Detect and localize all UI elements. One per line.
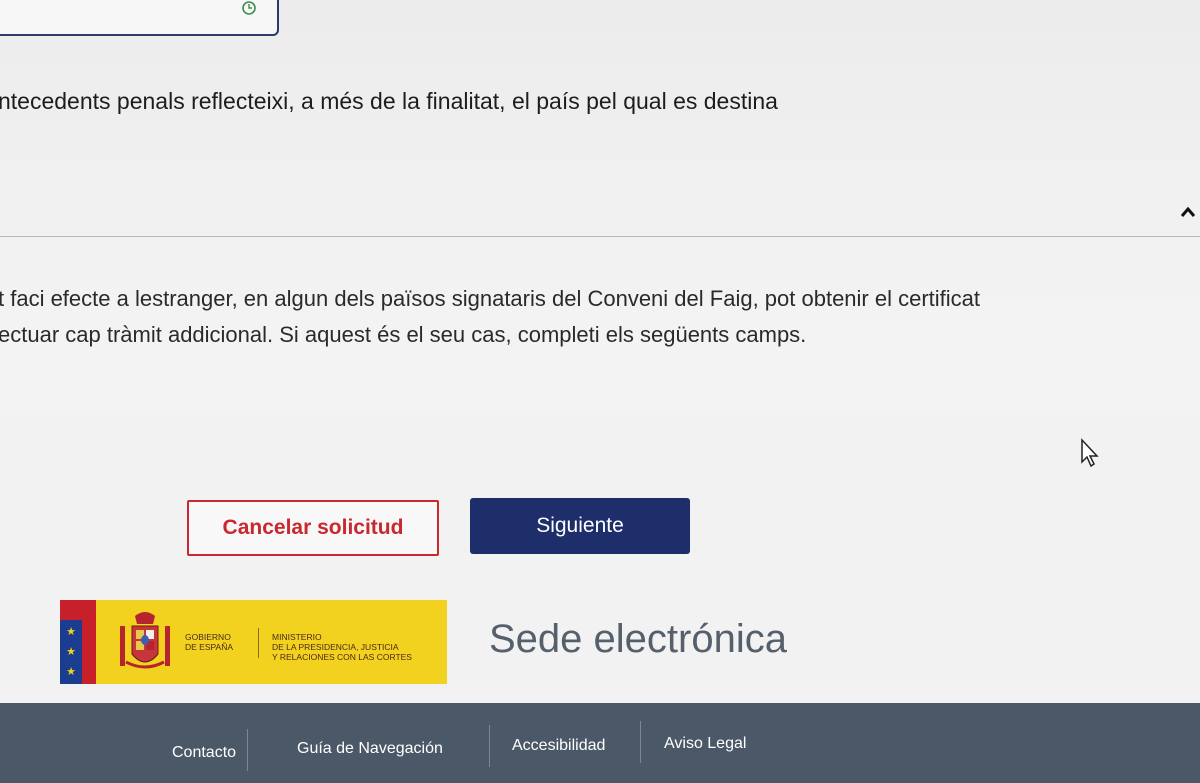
nationality-note-text: ntecedents penals reflecteixi, a més de … — [0, 88, 778, 114]
hague-note-line-2: ectuar cap tràmit addicional. Si aquest … — [0, 322, 807, 347]
footer-separator — [489, 725, 490, 767]
government-logo: ★ ★ ★ Gobierno de España Ministerio de la … — [60, 600, 447, 684]
coat-of-arms-icon — [120, 612, 170, 669]
ministerio-label-line-3: y Relaciones con las Cortes — [272, 652, 412, 662]
logo-separator — [258, 628, 259, 658]
footer-link-aviso-legal[interactable]: Aviso Legal — [664, 735, 746, 753]
footer-link-accesibilidad[interactable]: Accesibilidad — [512, 737, 605, 755]
gobierno-label-line-2: de España — [185, 642, 234, 652]
gobierno-label-line-1: Gobierno — [185, 632, 231, 642]
hague-note-line-1: t faci efecte a lestranger, en algun del… — [0, 286, 981, 311]
footer: Contacto Guía de Navegación Accesibilida… — [0, 703, 1200, 783]
footer-link-guia-navegacion[interactable]: Guía de Navegación — [297, 740, 443, 758]
refresh-icon[interactable] — [241, 0, 257, 16]
ministerio-label-line-1: Ministerio — [272, 632, 322, 642]
footer-separator — [640, 721, 641, 763]
next-button[interactable]: Siguiente — [470, 498, 690, 554]
eu-stars-icon: ★ ★ ★ — [66, 626, 76, 678]
top-input-box[interactable] — [0, 0, 279, 36]
ministerio-label-line-2: de la Presidencia, Justicia — [272, 642, 399, 652]
screen: ntecedents penals reflecteixi, a més de … — [0, 0, 1200, 783]
site-title: Sede electrónica — [489, 617, 787, 661]
cursor-icon — [1081, 438, 1099, 468]
footer-link-contacto[interactable]: Contacto — [172, 744, 236, 762]
chevron-up-icon[interactable] — [1180, 206, 1196, 218]
footer-separator — [247, 729, 248, 771]
cancel-request-button[interactable]: Cancelar solicitud — [187, 500, 439, 556]
section-divider — [0, 236, 1200, 237]
